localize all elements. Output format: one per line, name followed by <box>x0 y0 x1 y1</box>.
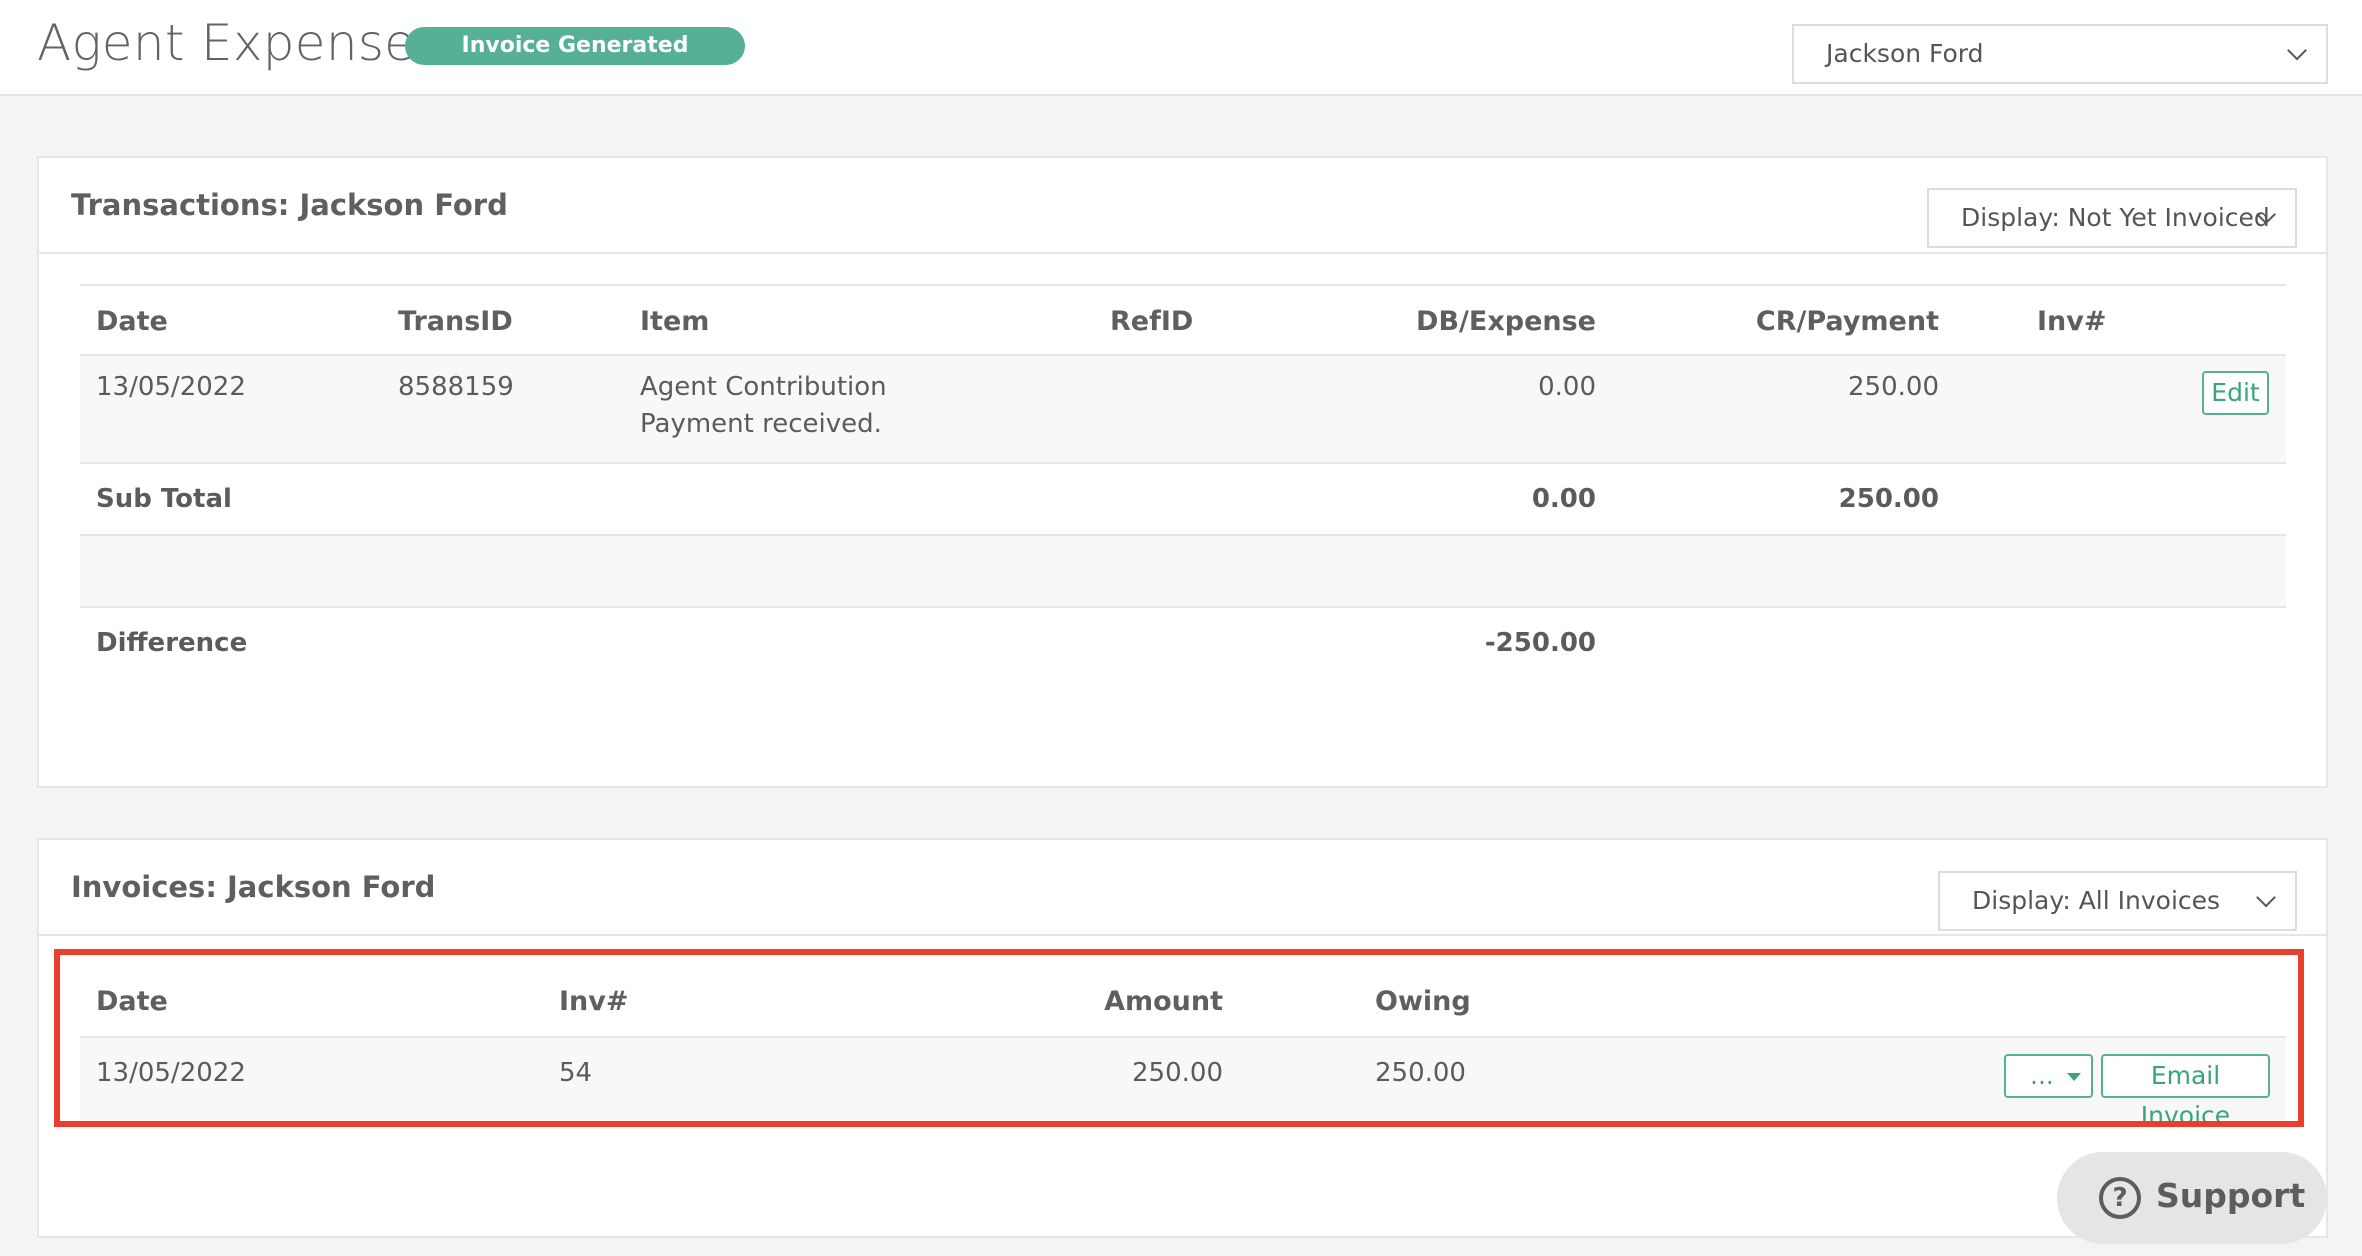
table-row: 13/05/2022 8588159 Agent Contribution Pa… <box>80 356 2286 464</box>
col-db-expense: DB/Expense <box>1416 306 1596 337</box>
col-cr-payment: CR/Payment <box>1755 306 1939 337</box>
subtotal-label: Sub Total <box>96 484 232 514</box>
support-button[interactable]: ? Support <box>2057 1152 2327 1244</box>
transactions-header: Transactions: Jackson Ford Display: Not … <box>39 158 2326 254</box>
page-title: Agent Expenses <box>37 14 442 72</box>
chevron-down-icon <box>2287 40 2307 61</box>
subtotal-db: 0.00 <box>1531 484 1596 514</box>
subtotal-row: Sub Total 0.00 250.00 <box>80 464 2286 536</box>
table-header-row: Date TransID Item RefID DB/Expense CR/Pa… <box>80 284 2286 356</box>
transactions-title: Transactions: Jackson Ford <box>71 188 508 222</box>
agent-select-value: Jackson Ford <box>1826 39 1984 68</box>
status-badge: Invoice Generated <box>405 27 745 65</box>
transactions-table: Date TransID Item RefID DB/Expense CR/Pa… <box>80 284 2286 658</box>
highlight-box <box>54 949 2304 1127</box>
invoices-display-value: Display: All Invoices <box>1972 886 2221 915</box>
col-refid: RefID <box>1110 306 1194 337</box>
invoices-display-select[interactable]: Display: All Invoices <box>1938 871 2297 931</box>
col-item: Item <box>640 306 710 337</box>
top-bar: Agent Expenses Invoice Generated Jackson… <box>0 0 2362 96</box>
agent-select[interactable]: Jackson Ford <box>1792 24 2328 84</box>
support-label: Support <box>2156 1176 2306 1215</box>
edit-button[interactable]: Edit <box>2202 371 2269 415</box>
help-icon: ? <box>2099 1177 2141 1219</box>
difference-label: Difference <box>96 628 248 658</box>
row-item-line2: Payment received. <box>640 409 882 439</box>
transactions-display-value: Display: Not Yet Invoiced <box>1961 203 2270 232</box>
col-transid: TransID <box>398 306 513 337</box>
row-item-line1: Agent Contribution <box>640 372 887 402</box>
spacer-row <box>80 536 2286 608</box>
col-inv: Inv# <box>2037 306 2107 337</box>
transactions-display-select[interactable]: Display: Not Yet Invoiced <box>1927 188 2297 248</box>
chevron-down-icon <box>2256 887 2276 908</box>
row-date: 13/05/2022 <box>96 372 246 402</box>
col-date: Date <box>96 306 168 337</box>
difference-row: Difference -250.00 <box>80 608 2286 680</box>
invoices-title: Invoices: Jackson Ford <box>71 870 436 904</box>
transactions-panel: Transactions: Jackson Ford Display: Not … <box>37 156 2328 788</box>
subtotal-cr: 250.00 <box>1838 484 1939 514</box>
row-cr-payment: 250.00 <box>1848 372 1939 402</box>
row-db-expense: 0.00 <box>1538 372 1596 402</box>
difference-value: -250.00 <box>1484 628 1596 658</box>
row-transid: 8588159 <box>398 372 514 402</box>
invoices-header: Invoices: Jackson Ford Display: All Invo… <box>39 840 2326 936</box>
